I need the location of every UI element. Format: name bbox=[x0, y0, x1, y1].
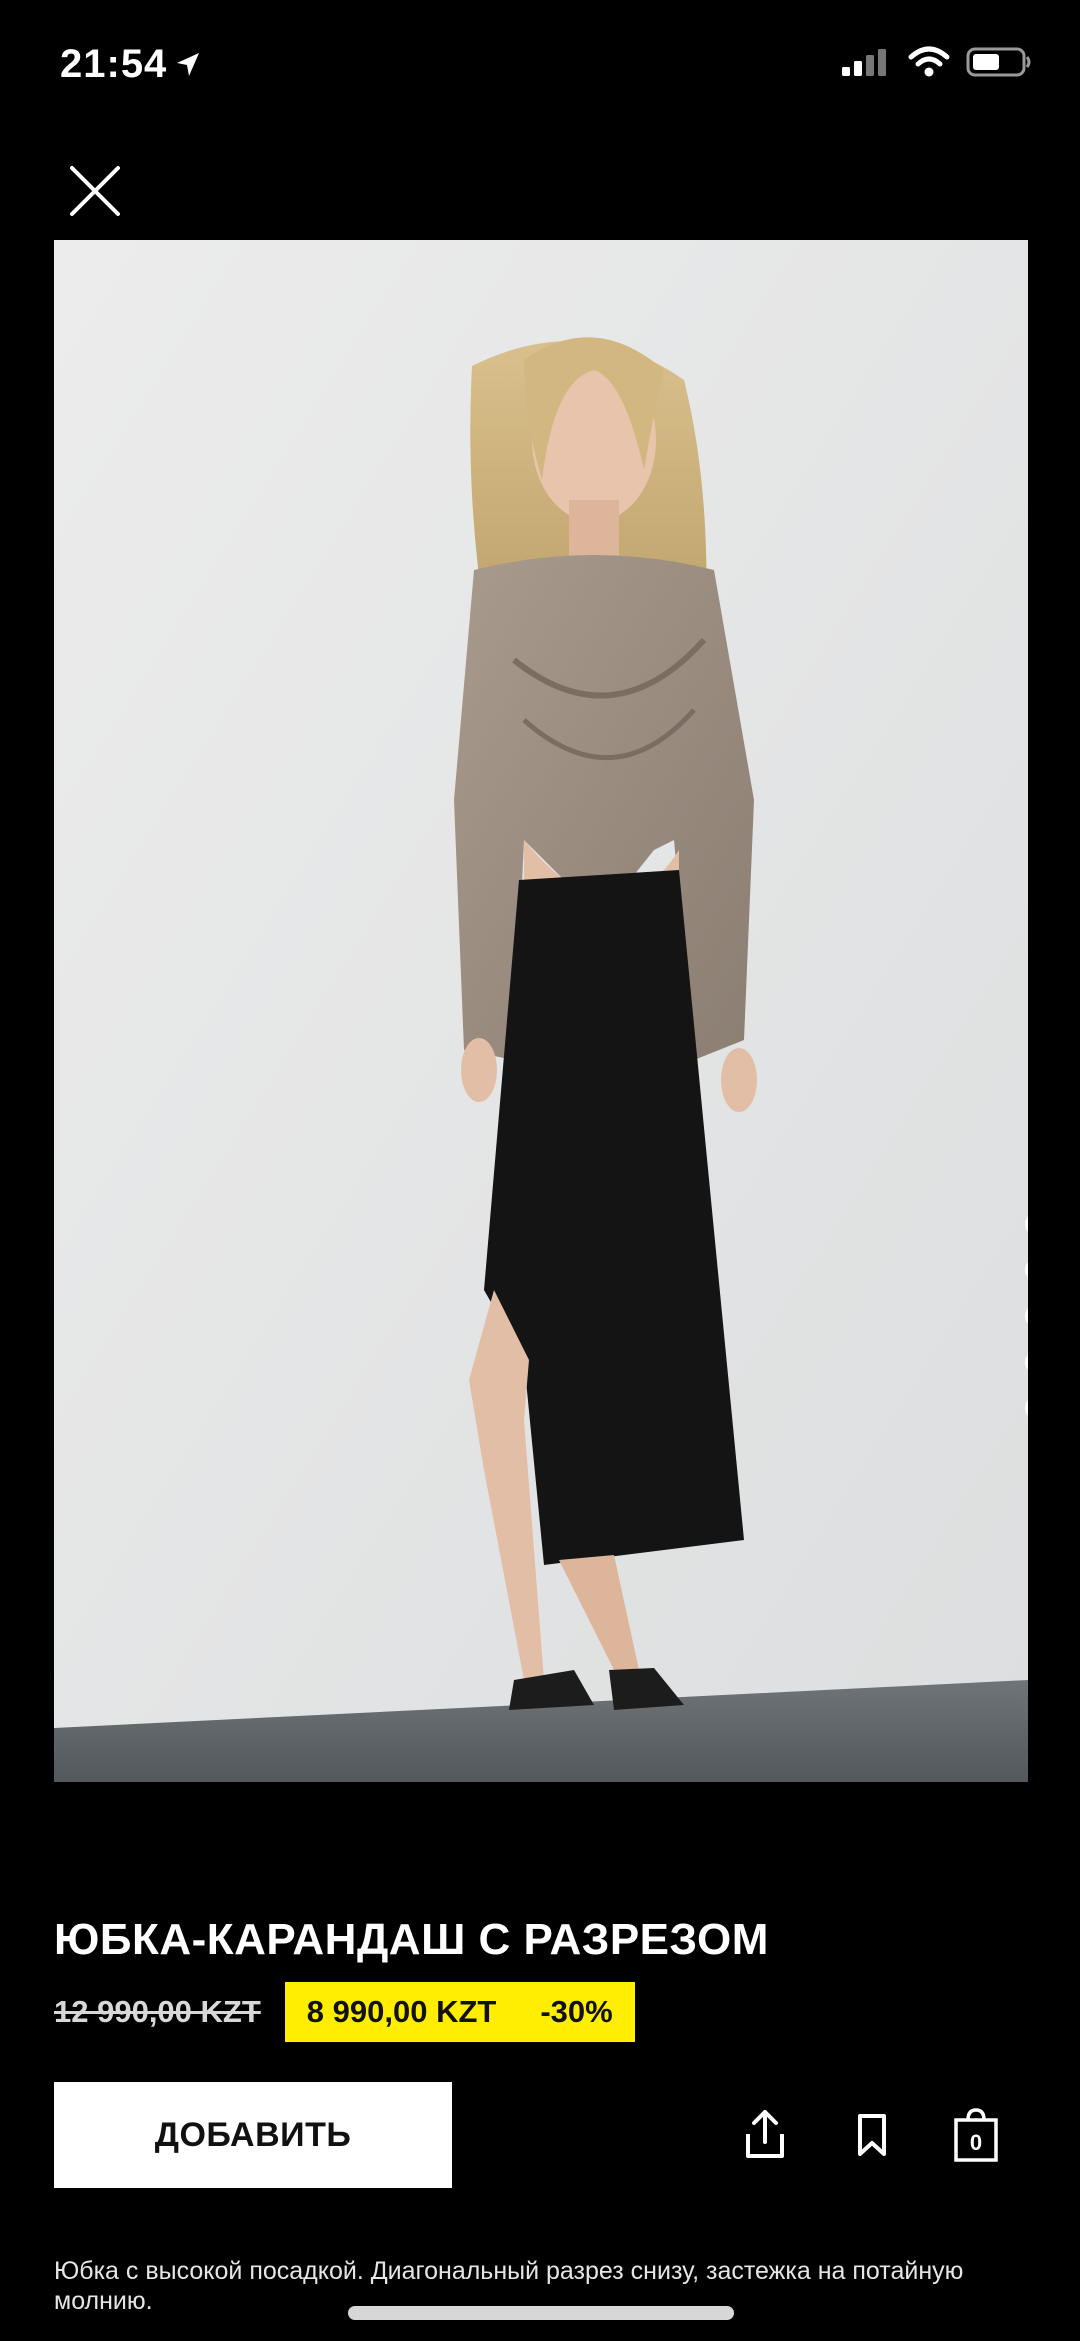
battery-icon bbox=[966, 47, 1031, 77]
model-photo bbox=[54, 240, 1028, 1782]
old-price: 12 990,00 KZT bbox=[54, 1994, 261, 2029]
home-indicator[interactable] bbox=[348, 2306, 734, 2320]
bookmark-icon bbox=[858, 2114, 886, 2156]
gallery-dots bbox=[1024, 1212, 1028, 1420]
close-icon bbox=[70, 166, 120, 216]
bookmark-button[interactable] bbox=[844, 2104, 900, 2166]
new-price: 8 990,00 KZT bbox=[306, 1994, 497, 2029]
product-title: ЮБКА-КАРАНДАШ С РАЗРЕЗОМ bbox=[54, 1915, 769, 1964]
status-bar: 21:54 bbox=[0, 0, 1080, 135]
sale-price-badge: 8 990,00 KZT -30% bbox=[284, 1982, 635, 2042]
location-arrow-icon bbox=[177, 52, 200, 76]
add-to-cart-button[interactable]: ДОБАВИТЬ bbox=[54, 2082, 452, 2188]
price-row: 12 990,00 KZT 8 990,00 KZT -30% bbox=[54, 1982, 635, 2042]
shopping-bag-icon: 0 bbox=[954, 2108, 998, 2162]
gallery-dot-5[interactable] bbox=[1025, 1396, 1028, 1420]
status-time: 21:54 bbox=[60, 42, 203, 87]
gallery-dot-4[interactable] bbox=[1025, 1350, 1028, 1374]
discount-label: -30% bbox=[540, 1994, 613, 2029]
status-time-text: 21:54 bbox=[60, 42, 168, 86]
product-image[interactable] bbox=[54, 240, 1028, 1782]
bag-count: 0 bbox=[970, 2130, 982, 2155]
bag-button[interactable]: 0 bbox=[948, 2104, 1004, 2166]
wifi-icon bbox=[908, 46, 950, 77]
share-button[interactable] bbox=[737, 2104, 793, 2166]
signal-icon bbox=[842, 49, 886, 76]
gallery-dot-3[interactable] bbox=[1025, 1304, 1028, 1328]
gallery-dot-1[interactable] bbox=[1025, 1212, 1028, 1236]
close-button[interactable] bbox=[64, 160, 126, 222]
gallery-dot-2[interactable] bbox=[1025, 1258, 1028, 1282]
status-icons bbox=[840, 46, 1032, 78]
share-icon bbox=[746, 2110, 784, 2158]
